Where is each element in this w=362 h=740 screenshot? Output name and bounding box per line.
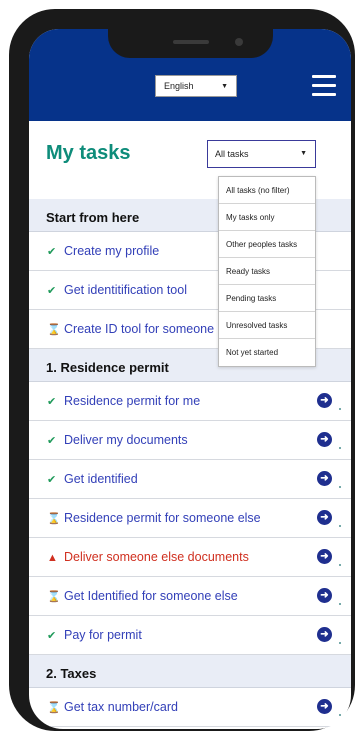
task-label: Get identitification tool [64,283,187,297]
filter-option[interactable]: Not yet started [219,339,315,366]
task-row[interactable]: ✔ Deliver my documents ➜ [29,421,351,460]
task-label: Pay for permit [64,628,142,642]
task-label: Deliver my documents [64,433,188,447]
phone-frame: English ▼ My tasks Start from here ✔ Creat… [9,9,355,731]
filter-option[interactable]: Pending tasks [219,285,315,312]
arrow-right-circle-icon[interactable]: ➜ [317,393,341,410]
filter-option[interactable]: Other peoples tasks [219,231,315,258]
task-label: Get identified [64,472,138,486]
hourglass-icon: ⌛ [47,702,61,714]
hourglass-icon: ⌛ [47,324,61,336]
language-select-value: English [164,81,194,91]
arrow-right-circle-icon[interactable]: ➜ [317,588,341,605]
caret-down-icon: ▼ [221,83,228,90]
speaker-icon [173,40,209,44]
arrow-right-circle-icon[interactable]: ➜ [317,627,341,644]
task-label: Create my profile [64,244,160,258]
task-label: Residence permit for someone else [64,511,261,525]
filter-option[interactable]: Unresolved tasks [219,312,315,339]
task-row[interactable]: ⌛ Residence permit for someone else ➜ [29,499,351,538]
check-circle-icon: ✔ [47,474,57,486]
task-label: Residence permit for me [64,394,201,408]
hourglass-icon: ⌛ [47,513,61,525]
task-filter-dropdown: All tasks (no filter) My tasks only Other … [218,176,316,367]
task-row[interactable]: ▲ Deliver someone else documents ➜ [29,538,351,577]
arrow-right-circle-icon[interactable]: ➜ [317,549,341,566]
check-circle-icon: ✔ [47,396,57,408]
task-filter-value: All tasks [215,149,249,159]
task-label: Get Identified for someone else [64,589,238,603]
task-label: Deliver someone else documents [64,550,249,564]
check-circle-icon: ✔ [47,285,57,297]
check-circle-icon: ✔ [47,435,57,447]
check-circle-icon: ✔ [47,246,57,258]
hourglass-icon: ⌛ [47,591,61,603]
arrow-right-circle-icon[interactable]: ➜ [317,510,341,527]
task-filter-select[interactable]: All tasks ▼ [207,140,316,168]
section-header: 2. Taxes [29,655,351,688]
hamburger-menu-icon[interactable] [312,75,336,96]
task-row[interactable]: ⌛ Get tax number/card ➜ [29,688,351,727]
task-label: Get tax number/card [64,700,178,714]
task-row[interactable]: ✔ Residence permit for me ➜ [29,382,351,421]
filter-option[interactable]: All tasks (no filter) [219,177,315,204]
warning-triangle-icon: ▲ [47,552,58,564]
task-row[interactable]: ✔ Get identified ➜ [29,460,351,499]
page-title: My tasks [46,142,131,164]
filter-option[interactable]: Ready tasks [219,258,315,285]
task-label: Create ID tool for someone else [64,322,241,336]
task-row[interactable]: ⌛ Get Identified for someone else ➜ [29,577,351,616]
check-circle-icon: ✔ [47,630,57,642]
caret-down-icon: ▼ [300,150,307,157]
phone-notch [108,18,273,58]
language-select[interactable]: English ▼ [155,75,237,97]
filter-option[interactable]: My tasks only [219,204,315,231]
app-screen: English ▼ My tasks Start from here ✔ Creat… [29,29,351,729]
task-row[interactable]: ✔ Pay for permit ➜ [29,616,351,655]
arrow-right-circle-icon[interactable]: ➜ [317,471,341,488]
camera-icon [235,38,243,46]
arrow-right-circle-icon[interactable]: ➜ [317,699,341,716]
arrow-right-circle-icon[interactable]: ➜ [317,432,341,449]
